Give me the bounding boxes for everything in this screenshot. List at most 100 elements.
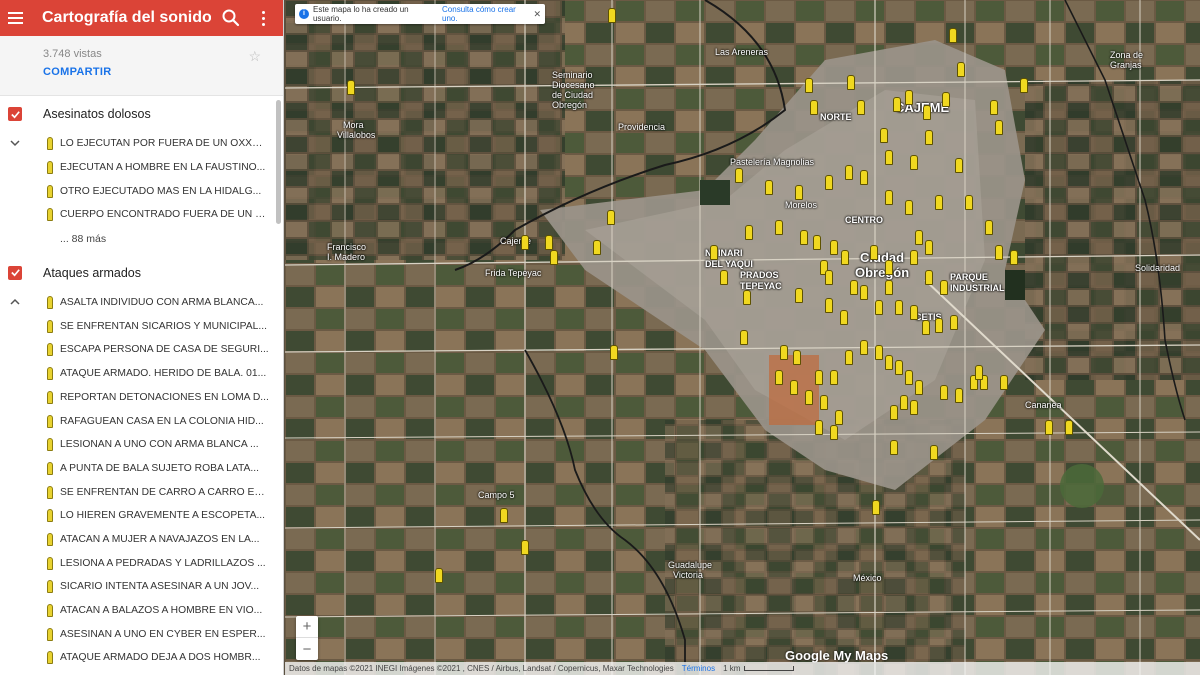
placemark-pin[interactable]	[545, 235, 553, 250]
placemark-pin[interactable]	[795, 185, 803, 200]
placemark-pin[interactable]	[875, 300, 883, 315]
placemark-pin[interactable]	[950, 315, 958, 330]
placemark-pin[interactable]	[1045, 420, 1053, 435]
placemark-pin[interactable]	[985, 220, 993, 235]
placemark-pin[interactable]	[885, 280, 893, 295]
placemark-pin[interactable]	[905, 370, 913, 385]
placemark-pin[interactable]	[880, 128, 888, 143]
placemark-pin[interactable]	[925, 130, 933, 145]
placemark-pin[interactable]	[610, 345, 618, 360]
placemark-pin[interactable]	[830, 240, 838, 255]
placemark-pin[interactable]	[890, 440, 898, 455]
chevron-up-icon[interactable]	[9, 296, 21, 308]
placemark-pin[interactable]	[825, 298, 833, 313]
list-item[interactable]: LESIONA A PEDRADAS Y LADRILLAZOS ...	[0, 551, 283, 575]
placemark-pin[interactable]	[740, 330, 748, 345]
placemark-pin[interactable]	[935, 318, 943, 333]
placemark-pin[interactable]	[955, 158, 963, 173]
placemark-pin[interactable]	[845, 350, 853, 365]
placemark-pin[interactable]	[857, 100, 865, 115]
placemark-pin[interactable]	[850, 280, 858, 295]
map-canvas[interactable]: Ciudad Obregón CAJEME NORTE CENTRO NAINA…	[285, 0, 1200, 675]
placemark-pin[interactable]	[810, 100, 818, 115]
list-item[interactable]: RAFAGUEAN CASA EN LA COLONIA HID...	[0, 409, 283, 433]
placemark-pin[interactable]	[955, 388, 963, 403]
list-item[interactable]: SE ENFRENTAN SICARIOS Y MUNICIPAL...	[0, 314, 283, 338]
list-item[interactable]: ASESINAN A UNO EN CYBER EN ESPER...	[0, 622, 283, 646]
placemark-pin[interactable]	[910, 305, 918, 320]
placemark-pin[interactable]	[500, 508, 508, 523]
notice-link[interactable]: Consulta cómo crear uno.	[442, 5, 533, 23]
placemark-pin[interactable]	[841, 250, 849, 265]
search-icon[interactable]	[219, 6, 243, 30]
list-item[interactable]: ATAQUE ARMADO. HERIDO DE BALA. 01...	[0, 362, 283, 386]
placemark-pin[interactable]	[835, 410, 843, 425]
placemark-pin[interactable]	[949, 28, 957, 43]
placemark-pin[interactable]	[825, 175, 833, 190]
placemark-pin[interactable]	[860, 170, 868, 185]
placemark-pin[interactable]	[820, 395, 828, 410]
placemark-pin[interactable]	[1065, 420, 1073, 435]
placemark-pin[interactable]	[435, 568, 443, 583]
placemark-pin[interactable]	[840, 310, 848, 325]
placemark-pin[interactable]	[975, 365, 983, 380]
placemark-pin[interactable]	[910, 155, 918, 170]
placemark-pin[interactable]	[521, 540, 529, 555]
placemark-pin[interactable]	[860, 340, 868, 355]
placemark-pin[interactable]	[875, 345, 883, 360]
close-icon[interactable]: ✕	[533, 9, 541, 20]
layer-header-ataques[interactable]: Ataques armados	[0, 255, 283, 291]
placemark-pin[interactable]	[550, 250, 558, 265]
layer-checkbox[interactable]	[8, 107, 22, 121]
placemark-pin[interactable]	[872, 500, 880, 515]
placemark-pin[interactable]	[923, 105, 931, 120]
placemark-pin[interactable]	[815, 420, 823, 435]
layer-header-asesinatos[interactable]: Asesinatos dolosos	[0, 96, 283, 132]
terms-link[interactable]: Términos	[682, 664, 715, 673]
placemark-pin[interactable]	[608, 8, 616, 23]
sidebar-scrollbar[interactable]	[276, 100, 281, 224]
placemark-pin[interactable]	[922, 320, 930, 335]
placemark-pin[interactable]	[915, 230, 923, 245]
placemark-pin[interactable]	[800, 230, 808, 245]
placemark-pin[interactable]	[805, 390, 813, 405]
placemark-pin[interactable]	[745, 225, 753, 240]
list-item[interactable]: ESCAPA PERSONA DE CASA DE SEGURI...	[0, 338, 283, 362]
list-item[interactable]: CUERPO ENCONTRADO FUERA DE UN O...	[0, 203, 283, 227]
placemark-pin[interactable]	[780, 345, 788, 360]
placemark-pin[interactable]	[1020, 78, 1028, 93]
list-item[interactable]: LESIONAN A UNO CON ARMA BLANCA ...	[0, 433, 283, 457]
placemark-pin[interactable]	[521, 235, 529, 250]
placemark-pin[interactable]	[710, 245, 718, 260]
placemark-pin[interactable]	[830, 370, 838, 385]
zoom-out-button[interactable]: −	[296, 638, 318, 660]
placemark-pin[interactable]	[1000, 375, 1008, 390]
placemark-pin[interactable]	[347, 80, 355, 95]
layer-checkbox[interactable]	[8, 265, 22, 280]
zoom-in-button[interactable]: +	[296, 616, 318, 638]
placemark-pin[interactable]	[925, 240, 933, 255]
placemark-pin[interactable]	[890, 405, 898, 420]
list-item[interactable]: SE ENFRENTAN DE CARRO A CARRO EN...	[0, 480, 283, 504]
placemark-pin[interactable]	[957, 62, 965, 77]
placemark-pin[interactable]	[743, 290, 751, 305]
placemark-pin[interactable]	[775, 220, 783, 235]
placemark-pin[interactable]	[735, 168, 743, 183]
placemark-pin[interactable]	[845, 165, 853, 180]
placemark-pin[interactable]	[607, 210, 615, 225]
placemark-pin[interactable]	[860, 285, 868, 300]
list-item[interactable]: A PUNTA DE BALA SUJETO ROBA LATA...	[0, 457, 283, 481]
share-button[interactable]: COMPARTIR	[43, 66, 283, 78]
placemark-pin[interactable]	[905, 200, 913, 215]
placemark-pin[interactable]	[910, 250, 918, 265]
placemark-pin[interactable]	[847, 75, 855, 90]
placemark-pin[interactable]	[900, 395, 908, 410]
placemark-pin[interactable]	[825, 270, 833, 285]
placemark-pin[interactable]	[790, 380, 798, 395]
list-item[interactable]: REPORTAN DETONACIONES EN LOMA D...	[0, 386, 283, 410]
menu-icon[interactable]	[8, 8, 28, 28]
show-more-link[interactable]: ... 88 más	[0, 227, 283, 251]
placemark-pin[interactable]	[915, 380, 923, 395]
placemark-pin[interactable]	[793, 350, 801, 365]
placemark-pin[interactable]	[995, 245, 1003, 260]
